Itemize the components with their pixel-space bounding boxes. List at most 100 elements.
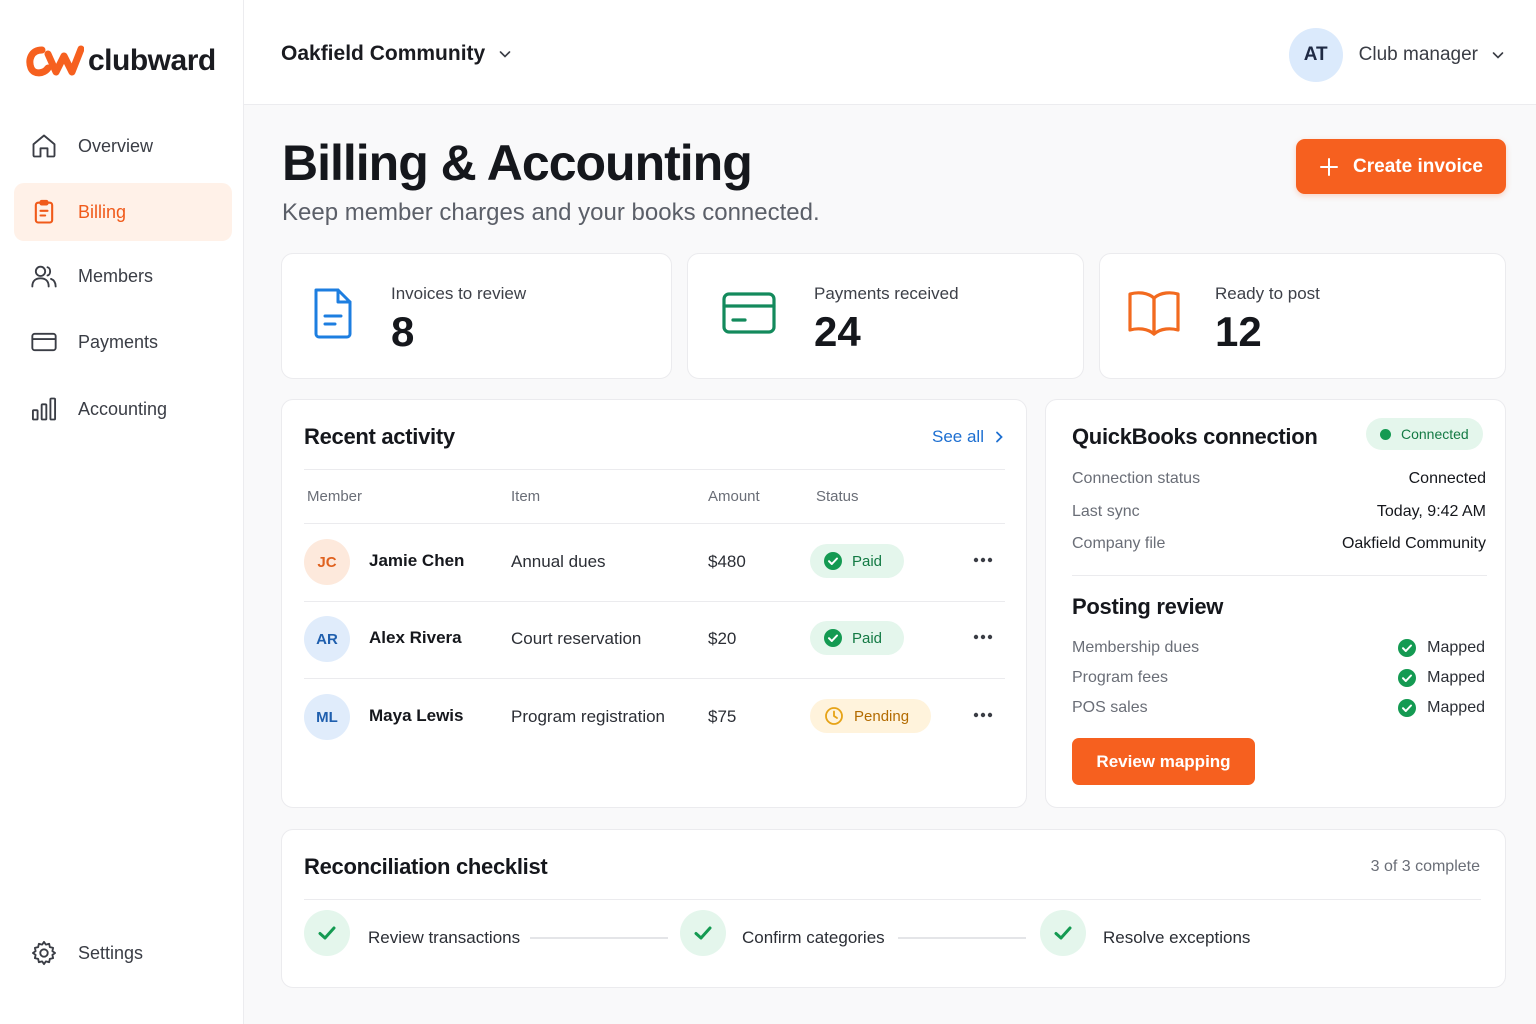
sidebar-item-accounting[interactable]: Accounting bbox=[14, 380, 232, 438]
page-title: Billing & Accounting bbox=[282, 135, 753, 191]
step-complete-check[interactable] bbox=[304, 910, 350, 956]
bar-chart-icon bbox=[31, 397, 57, 421]
clubward-logo-icon bbox=[26, 45, 84, 77]
status-badge: Paid bbox=[810, 621, 905, 655]
sidebar-item-label: Settings bbox=[78, 942, 144, 963]
field-label: Connection status bbox=[1072, 470, 1201, 487]
item-name: Program registration bbox=[511, 707, 666, 726]
mapping-status: Mapped bbox=[1398, 639, 1485, 657]
kpi-value: 24 bbox=[814, 308, 861, 355]
kpi-card-invoices[interactable]: Invoices to review 8 bbox=[281, 253, 672, 379]
kpi-label: Invoices to review bbox=[391, 284, 527, 303]
status-badge: Paid bbox=[810, 544, 905, 578]
sidebar-item-label: Billing bbox=[78, 201, 127, 222]
amount: $20 bbox=[708, 629, 737, 648]
sidebar-item-settings[interactable]: Settings bbox=[14, 924, 232, 982]
sidebar: clubward Overview Billing Members Paymen… bbox=[0, 0, 244, 1024]
brand-name: clubward bbox=[88, 44, 216, 77]
organization-name: Oakfield Community bbox=[281, 42, 486, 65]
kpi-card-ready-to-post[interactable]: Ready to post 12 bbox=[1099, 253, 1506, 379]
mapping-label: POS sales bbox=[1072, 699, 1148, 716]
sidebar-item-payments[interactable]: Payments bbox=[14, 313, 232, 371]
check-icon bbox=[318, 926, 336, 940]
mapping-status-label: Mapped bbox=[1427, 639, 1485, 656]
step-label: Confirm categories bbox=[742, 928, 885, 947]
chevron-right-icon bbox=[996, 431, 1003, 443]
amount: $480 bbox=[708, 552, 746, 571]
kpi-card-payments[interactable]: Payments received 24 bbox=[687, 253, 1084, 379]
member-name: Jamie Chen bbox=[369, 551, 465, 570]
sidebar-item-label: Members bbox=[78, 265, 154, 286]
status-label: Connected bbox=[1401, 426, 1469, 442]
more-horizontal-icon bbox=[973, 712, 993, 718]
mapping-status-label: Mapped bbox=[1427, 669, 1485, 686]
avatar: JC bbox=[304, 539, 350, 585]
column-header-status[interactable]: Status bbox=[816, 488, 859, 505]
more-options-button[interactable] bbox=[968, 700, 998, 730]
sidebar-item-label: Payments bbox=[78, 331, 159, 352]
table-row[interactable]: JC Jamie Chen Annual dues $480 Paid bbox=[304, 523, 1005, 601]
step-complete-check[interactable] bbox=[1040, 910, 1086, 956]
kpi-value: 8 bbox=[391, 308, 415, 355]
brand-logo[interactable]: clubward bbox=[26, 44, 216, 78]
check-icon bbox=[694, 926, 712, 940]
avatar: ML bbox=[304, 694, 350, 740]
item-name: Court reservation bbox=[511, 629, 642, 648]
status-label: Paid bbox=[852, 629, 883, 647]
users-icon bbox=[31, 265, 57, 288]
plus-icon bbox=[1320, 157, 1339, 176]
status-label: Pending bbox=[854, 707, 910, 725]
step-complete-check[interactable] bbox=[680, 910, 726, 956]
column-header-member[interactable]: Member bbox=[307, 488, 362, 505]
kpi-label: Ready to post bbox=[1215, 284, 1320, 303]
gear-icon bbox=[31, 940, 57, 966]
kpi-value: 12 bbox=[1215, 308, 1262, 355]
status-dot-icon bbox=[1380, 428, 1391, 440]
user-role: Club manager bbox=[1359, 44, 1506, 66]
create-invoice-button[interactable]: Create invoice bbox=[1296, 139, 1506, 194]
sidebar-item-members[interactable]: Members bbox=[14, 247, 232, 305]
column-header-item[interactable]: Item bbox=[511, 488, 540, 505]
home-icon bbox=[32, 134, 56, 158]
see-all-link[interactable]: See all bbox=[932, 427, 1006, 447]
organization-switcher[interactable]: Oakfield Community bbox=[281, 42, 513, 66]
field-value: Today, 9:42 AM bbox=[1376, 503, 1486, 520]
avatar: AT bbox=[1288, 28, 1343, 82]
avatar: AR bbox=[304, 616, 350, 662]
clock-icon bbox=[825, 707, 843, 725]
review-mapping-button[interactable]: Review mapping bbox=[1072, 738, 1255, 785]
check-circle-icon bbox=[1398, 639, 1417, 657]
credit-card-icon bbox=[31, 332, 57, 352]
member-name: Maya Lewis bbox=[369, 706, 464, 725]
step-label: Review transactions bbox=[368, 928, 521, 947]
table-row[interactable]: AR Alex Rivera Court reservation $20 Pai… bbox=[304, 600, 1005, 678]
mapping-status-label: Mapped bbox=[1427, 699, 1485, 716]
status-label: Paid bbox=[852, 552, 883, 570]
sidebar-item-overview[interactable]: Overview bbox=[14, 117, 232, 175]
column-header-amount[interactable]: Amount bbox=[708, 488, 760, 505]
book-open-icon bbox=[1128, 291, 1180, 336]
mapping-label: Membership dues bbox=[1072, 639, 1200, 656]
chevron-down-icon bbox=[499, 51, 511, 58]
check-circle-icon bbox=[1398, 699, 1417, 717]
mapping-status: Mapped bbox=[1398, 669, 1485, 687]
card-title: Reconciliation checklist bbox=[304, 854, 548, 879]
user-menu[interactable]: AT Club manager bbox=[1288, 28, 1506, 82]
table-row[interactable]: ML Maya Lewis Program registration $75 P… bbox=[304, 678, 1005, 756]
kpi-label: Payments received bbox=[814, 284, 959, 303]
field-value: Oakfield Community bbox=[1341, 535, 1486, 552]
check-circle-icon bbox=[824, 629, 842, 647]
chevron-down-icon bbox=[1492, 52, 1504, 59]
field-value: Connected bbox=[1408, 470, 1486, 487]
check-circle-icon bbox=[1398, 669, 1417, 687]
sidebar-item-billing[interactable]: Billing bbox=[14, 183, 232, 241]
more-horizontal-icon bbox=[973, 557, 993, 563]
more-options-button[interactable] bbox=[968, 622, 998, 652]
more-options-button[interactable] bbox=[968, 545, 998, 575]
divider bbox=[304, 469, 1005, 470]
quickbooks-connection-card: QuickBooks connection Connected Connecti… bbox=[1045, 399, 1506, 808]
member-name: Alex Rivera bbox=[369, 628, 462, 647]
step-connector bbox=[898, 937, 1026, 939]
field-label: Last sync bbox=[1072, 503, 1140, 520]
mapping-status: Mapped bbox=[1398, 699, 1485, 717]
